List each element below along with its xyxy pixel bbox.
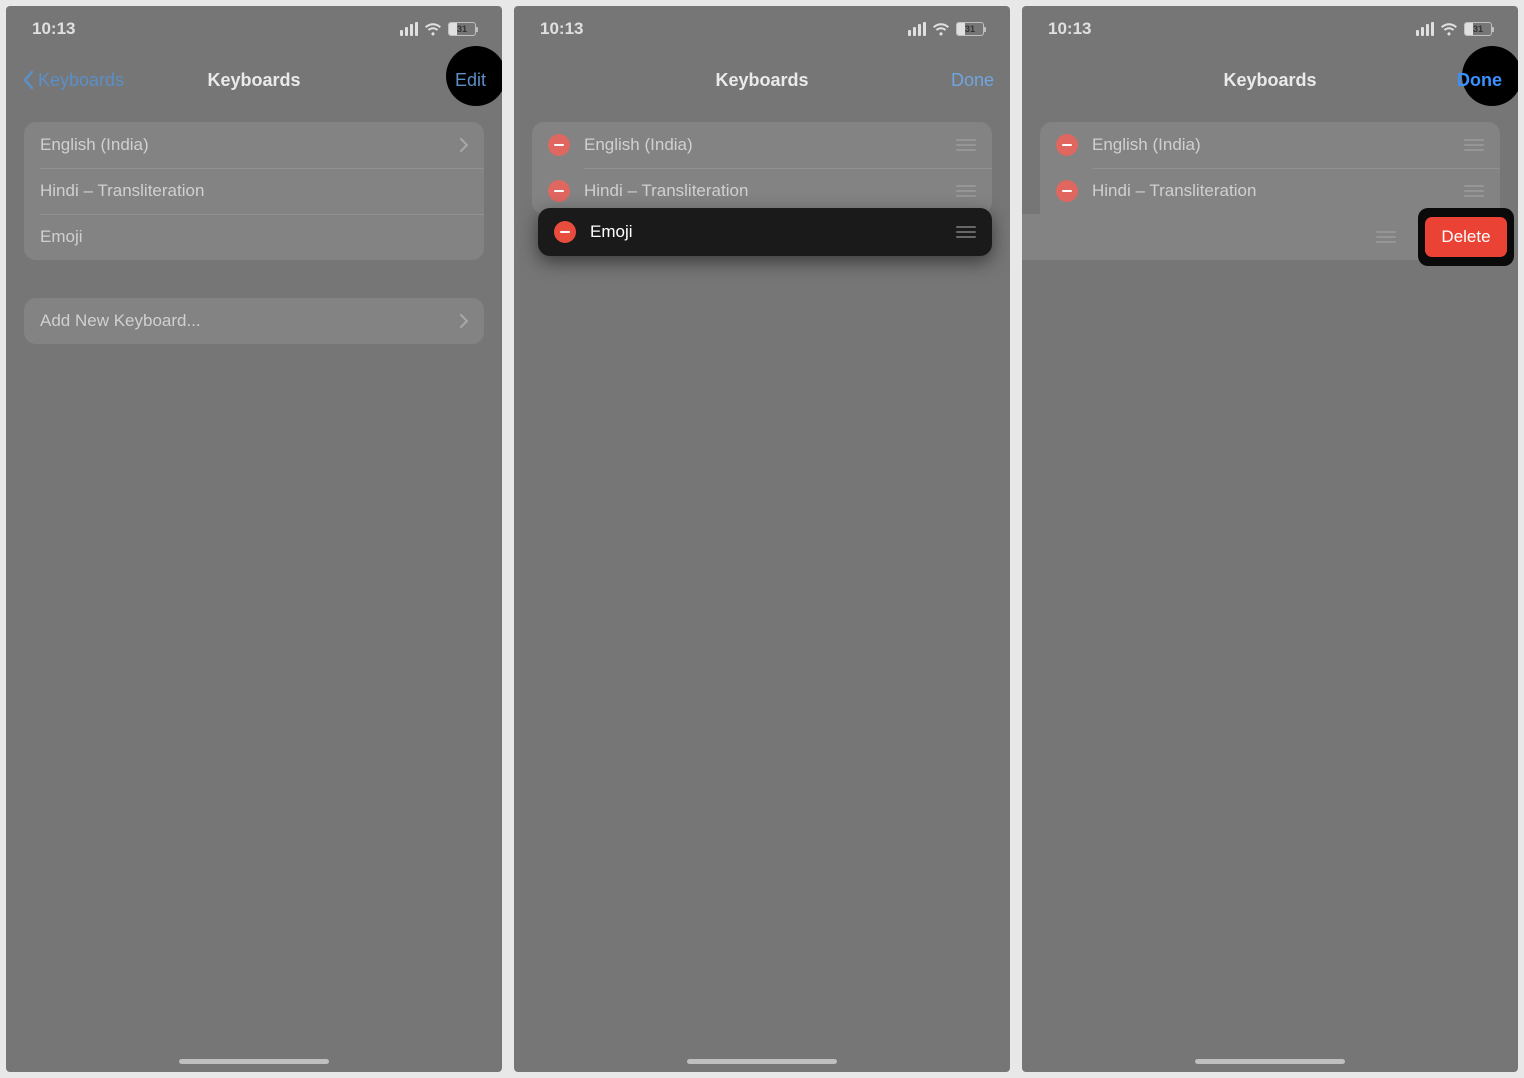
row-label: Hindi – Transliteration bbox=[40, 181, 468, 201]
done-button[interactable]: Done bbox=[951, 70, 994, 91]
screen-3: 10:13 31 Keyboards Done English (India) … bbox=[1022, 6, 1518, 1072]
battery-icon: 31 bbox=[1464, 22, 1492, 36]
signal-icon bbox=[1416, 22, 1434, 36]
home-indicator[interactable] bbox=[687, 1059, 837, 1064]
nav-bar: Keyboards Keyboards Edit bbox=[6, 52, 502, 108]
add-new-keyboard-button[interactable]: Add New Keyboard... bbox=[24, 298, 484, 344]
row-label: English (India) bbox=[1092, 135, 1464, 155]
row-label: English (India) bbox=[40, 135, 460, 155]
remove-icon[interactable] bbox=[1056, 134, 1078, 156]
signal-icon bbox=[400, 22, 418, 36]
nav-back-label: Keyboards bbox=[38, 70, 124, 91]
drag-handle-icon[interactable] bbox=[1464, 139, 1484, 151]
status-bar: 10:13 31 bbox=[514, 6, 1010, 52]
remove-icon[interactable] bbox=[554, 221, 576, 243]
remove-icon[interactable] bbox=[1056, 180, 1078, 202]
edit-button[interactable]: Edit bbox=[455, 70, 486, 91]
row-label: English (India) bbox=[584, 135, 956, 155]
drag-handle-icon[interactable] bbox=[956, 139, 976, 151]
row-label: Emoji bbox=[40, 227, 468, 247]
home-indicator[interactable] bbox=[1195, 1059, 1345, 1064]
wifi-icon bbox=[424, 23, 442, 36]
keyboard-row-english[interactable]: English (India) bbox=[532, 122, 992, 168]
keyboard-row-english[interactable]: English (India) bbox=[1040, 122, 1500, 168]
delete-button[interactable]: Delete bbox=[1425, 217, 1506, 257]
drag-handle-icon[interactable] bbox=[956, 185, 976, 197]
status-right: 31 bbox=[400, 22, 476, 36]
status-time: 10:13 bbox=[540, 19, 583, 39]
drag-handle-icon[interactable] bbox=[956, 226, 976, 238]
content: English (India) Hindi – Transliteration … bbox=[1022, 108, 1518, 312]
keyboard-row-hindi[interactable]: Hindi – Transliteration bbox=[24, 168, 484, 214]
status-bar: 10:13 31 bbox=[1022, 6, 1518, 52]
row-label: Hindi – Transliteration bbox=[584, 181, 956, 201]
status-right: 31 bbox=[908, 22, 984, 36]
remove-icon[interactable] bbox=[548, 180, 570, 202]
status-bar: 10:13 31 bbox=[6, 6, 502, 52]
swipe-row-content[interactable]: oji bbox=[1022, 214, 1412, 260]
status-time: 10:13 bbox=[1048, 19, 1091, 39]
drag-handle-icon[interactable] bbox=[1376, 231, 1396, 243]
nav-title: Keyboards bbox=[715, 70, 808, 91]
status-right: 31 bbox=[1416, 22, 1492, 36]
drag-handle-icon[interactable] bbox=[1464, 185, 1484, 197]
row-label: Emoji bbox=[590, 222, 956, 242]
screen-1: 10:13 31 Keyboards Keyboards Edit Englis… bbox=[6, 6, 502, 1072]
row-label: Hindi – Transliteration bbox=[1092, 181, 1464, 201]
nav-bar: Keyboards Done bbox=[514, 52, 1010, 108]
chevron-left-icon bbox=[22, 70, 34, 90]
keyboards-list-edit: English (India) Hindi – Transliteration bbox=[532, 122, 992, 214]
nav-title: Keyboards bbox=[207, 70, 300, 91]
keyboard-row-english[interactable]: English (India) bbox=[24, 122, 484, 168]
battery-icon: 31 bbox=[956, 22, 984, 36]
remove-icon[interactable] bbox=[548, 134, 570, 156]
keyboards-list: English (India) Hindi – Transliteration … bbox=[24, 122, 484, 260]
keyboard-row-emoji-floating[interactable]: Emoji bbox=[538, 208, 992, 256]
done-button[interactable]: Done bbox=[1457, 70, 1502, 91]
keyboard-row-emoji-swiped: oji Delete bbox=[1040, 214, 1500, 260]
content: English (India) Hindi – Transliteration … bbox=[6, 108, 502, 396]
status-time: 10:13 bbox=[32, 19, 75, 39]
nav-title: Keyboards bbox=[1223, 70, 1316, 91]
row-label: Add New Keyboard... bbox=[40, 311, 460, 331]
add-keyboard-group: Add New Keyboard... bbox=[24, 298, 484, 344]
home-indicator[interactable] bbox=[179, 1059, 329, 1064]
keyboards-list-edit: English (India) Hindi – Transliteration … bbox=[1040, 122, 1500, 260]
chevron-right-icon bbox=[460, 138, 468, 152]
keyboard-row-emoji[interactable]: Emoji bbox=[24, 214, 484, 260]
row-label: oji bbox=[1022, 227, 1376, 247]
wifi-icon bbox=[1440, 23, 1458, 36]
nav-back-button[interactable]: Keyboards bbox=[22, 70, 124, 91]
battery-icon: 31 bbox=[448, 22, 476, 36]
chevron-right-icon bbox=[460, 314, 468, 328]
signal-icon bbox=[908, 22, 926, 36]
wifi-icon bbox=[932, 23, 950, 36]
screen-2: 10:13 31 Keyboards Done English (India) … bbox=[514, 6, 1010, 1072]
nav-bar: Keyboards Done bbox=[1022, 52, 1518, 108]
delete-highlight: Delete bbox=[1418, 208, 1514, 266]
